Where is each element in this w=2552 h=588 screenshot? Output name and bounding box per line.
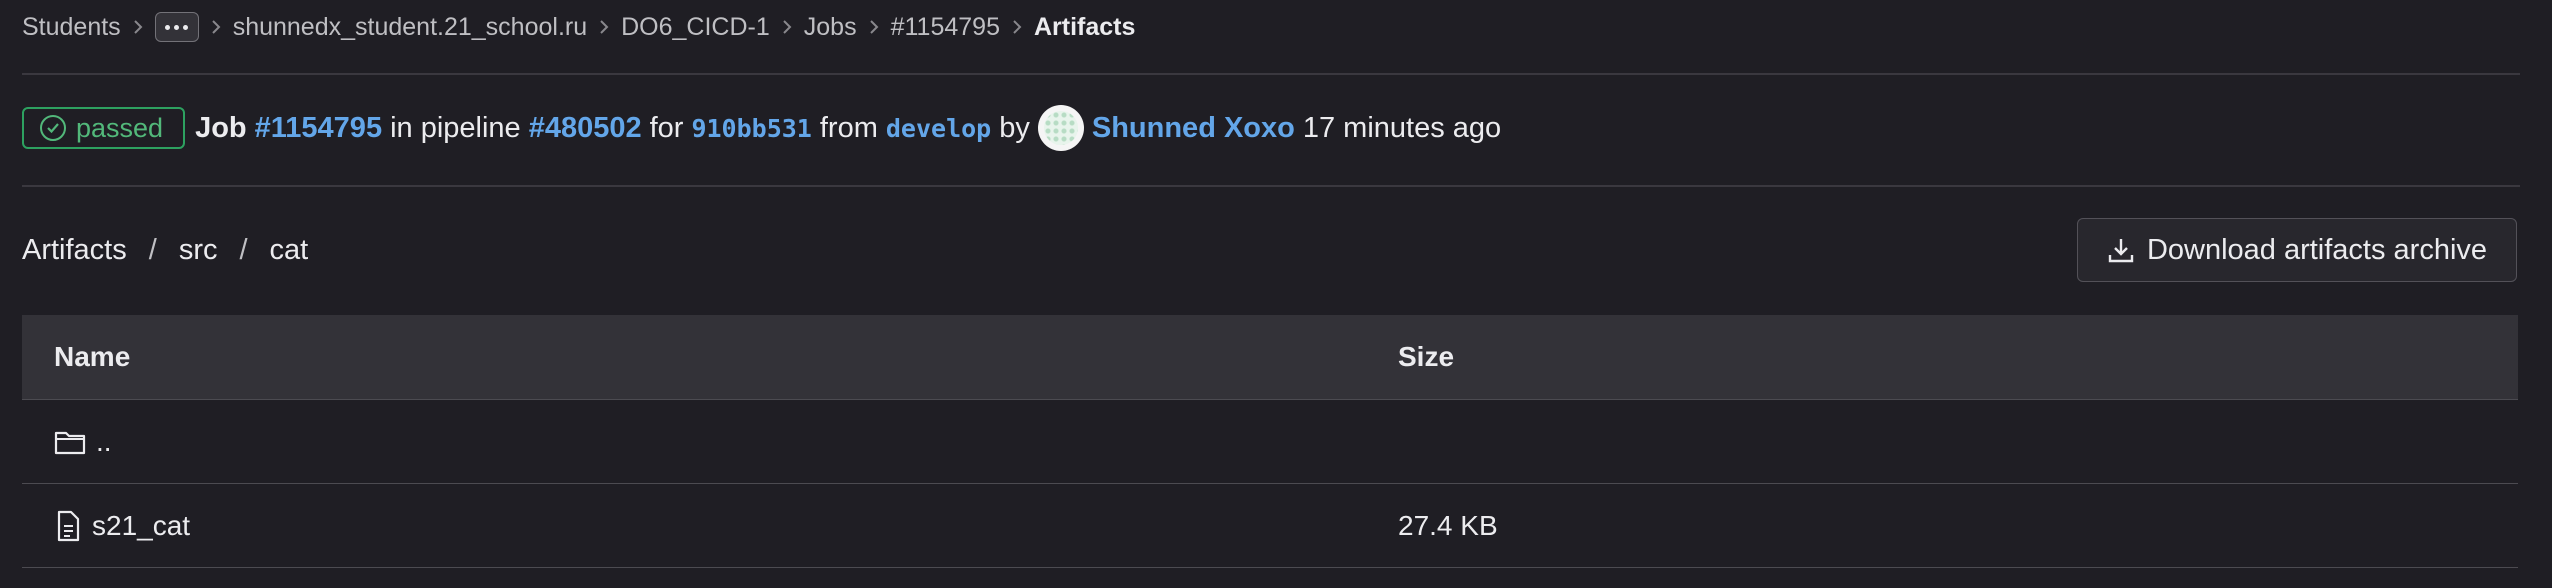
breadcrumb-jobs[interactable]: Jobs: [804, 13, 857, 42]
breadcrumb-job-id[interactable]: #1154795: [891, 13, 1000, 42]
breadcrumb-students[interactable]: Students: [22, 13, 121, 42]
download-button-label: Download artifacts archive: [2146, 233, 2488, 266]
column-header-name: Name: [54, 341, 131, 372]
job-label: Job: [195, 111, 247, 144]
job-id-link[interactable]: #1154795: [255, 112, 382, 145]
artifact-path: Artifacts / src / cat: [22, 228, 308, 272]
chevron-right-icon: [857, 20, 891, 34]
path-artifacts-link[interactable]: Artifacts: [22, 234, 127, 267]
chevron-right-icon: [770, 20, 804, 34]
table-row[interactable]: ..: [22, 400, 2518, 484]
chevron-right-icon: [587, 20, 621, 34]
row-size: 27.4 KB: [1398, 509, 1498, 541]
path-src-link[interactable]: src: [179, 234, 218, 267]
avatar[interactable]: [1037, 105, 1084, 151]
breadcrumb-namespace[interactable]: shunnedx_student.21_school.ru: [233, 13, 587, 42]
commit-sha-link[interactable]: 910bb531: [691, 114, 811, 143]
row-name[interactable]: ..: [96, 426, 112, 458]
from-text: from: [819, 111, 878, 144]
divider: [22, 185, 2520, 187]
by-text: by: [999, 111, 1030, 144]
author-link[interactable]: Shunned Xoxo: [1092, 112, 1295, 145]
ellipsis-icon: [165, 24, 189, 30]
column-header-size: Size: [1398, 341, 1455, 372]
artifacts-table: Name Size .. s21_cat 27.4 KB: [22, 315, 2518, 568]
breadcrumb: Students shunnedx_student.21_school.ru D…: [22, 10, 1135, 44]
path-separator: /: [239, 233, 248, 266]
table-row[interactable]: s21_cat 27.4 KB: [22, 484, 2518, 568]
branch-link[interactable]: develop: [886, 114, 991, 143]
check-circle-icon: [40, 115, 66, 141]
download-icon: [2107, 236, 2135, 264]
chevron-right-icon: [199, 20, 233, 34]
table-header: Name Size: [22, 315, 2518, 400]
divider: [22, 73, 2520, 75]
in-pipeline-text: in pipeline: [390, 111, 521, 144]
chevron-right-icon: [121, 20, 155, 34]
path-current: cat: [269, 233, 309, 266]
artifacts-page: { "breadcrumb": { "items": ["Students", …: [0, 0, 2552, 588]
breadcrumb-project[interactable]: DO6_CICD-1: [621, 13, 770, 42]
chevron-right-icon: [1000, 20, 1034, 34]
for-text: for: [649, 111, 684, 144]
path-separator: /: [148, 233, 157, 266]
breadcrumb-current[interactable]: Artifacts: [1034, 13, 1135, 42]
folder-icon: [54, 428, 86, 456]
job-header: passed Job #1154795 in pipeline #480502 …: [22, 104, 1501, 152]
timestamp: 17 minutes ago: [1302, 111, 1502, 144]
row-name[interactable]: s21_cat: [92, 510, 190, 542]
show-more-breadcrumbs-button[interactable]: [154, 12, 199, 42]
pipeline-id-link[interactable]: #480502: [529, 112, 642, 145]
status-badge[interactable]: passed: [22, 107, 186, 149]
status-label: passed: [76, 112, 164, 143]
download-artifacts-button[interactable]: Download artifacts archive: [2077, 218, 2517, 282]
file-icon: [54, 510, 82, 542]
